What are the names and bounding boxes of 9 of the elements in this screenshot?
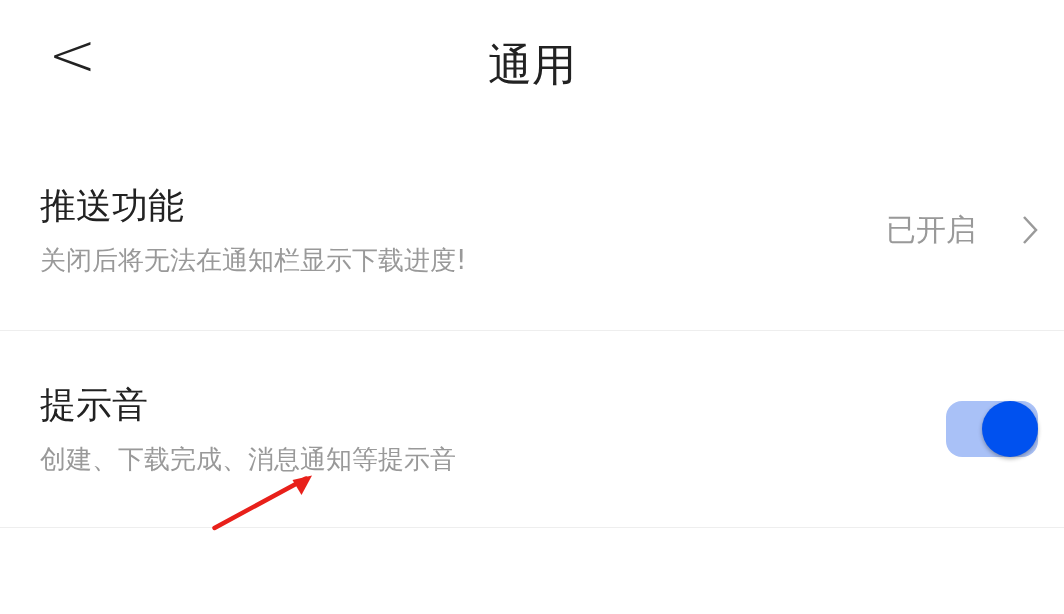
setting-description: 关闭后将无法在通知栏显示下载进度!	[40, 244, 468, 277]
page-title: 通用	[488, 37, 576, 92]
setting-title: 推送功能	[40, 184, 185, 228]
toggle-switch[interactable]	[946, 401, 1038, 457]
setting-value: 已开启	[886, 210, 976, 249]
back-button[interactable]: <	[48, 26, 97, 84]
setting-title: 提示音	[40, 383, 149, 427]
chevron-right-icon[interactable]	[1022, 215, 1038, 245]
setting-description: 创建、下载完成、消息通知等提示音	[40, 443, 457, 476]
